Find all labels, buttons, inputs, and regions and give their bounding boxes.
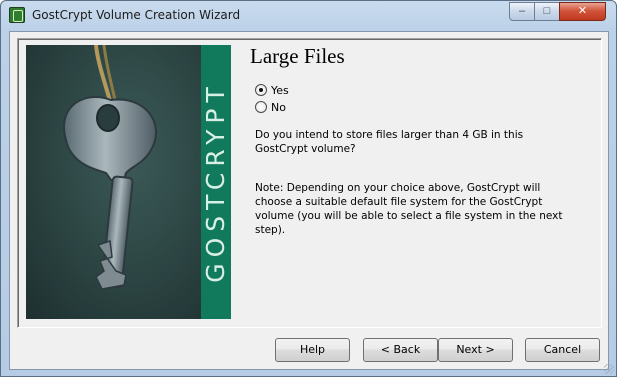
window-title: GostCrypt Volume Creation Wizard: [32, 8, 241, 22]
question-text: Do you intend to store files larger than…: [255, 129, 524, 155]
key-illustration: [63, 45, 157, 290]
radio-button-no[interactable]: [255, 101, 267, 113]
note-text: Note: Depending on your choice above, Go…: [255, 182, 563, 236]
key-photo-image: [26, 45, 201, 319]
wizard-client-area: GOSTCRYPT Large Files Yes No Do you inte…: [9, 31, 609, 370]
radio-yes-label: Yes: [271, 84, 289, 97]
help-button[interactable]: Help: [275, 338, 350, 362]
cancel-button[interactable]: Cancel: [525, 338, 600, 362]
brand-logo-text: GOSTCRYPT: [201, 81, 230, 283]
radio-no-label: No: [271, 101, 286, 114]
app-lock-icon: [9, 7, 25, 23]
radio-button-yes[interactable]: [255, 84, 267, 96]
maximize-button[interactable]: □: [534, 2, 560, 21]
page-title: Large Files: [250, 44, 345, 68]
minimize-button[interactable]: –: [509, 2, 535, 21]
next-button[interactable]: Next >: [438, 338, 513, 362]
wizard-window: GostCrypt Volume Creation Wizard – □ ✕ G…: [0, 0, 617, 377]
title-bar[interactable]: GostCrypt Volume Creation Wizard – □ ✕: [1, 1, 616, 31]
back-button[interactable]: < Back: [363, 338, 438, 362]
resize-grip[interactable]: [604, 364, 614, 374]
radio-yes[interactable]: Yes: [255, 84, 289, 97]
close-button[interactable]: ✕: [559, 2, 606, 21]
radio-no[interactable]: No: [255, 101, 286, 114]
brand-strip: GOSTCRYPT: [201, 45, 231, 319]
